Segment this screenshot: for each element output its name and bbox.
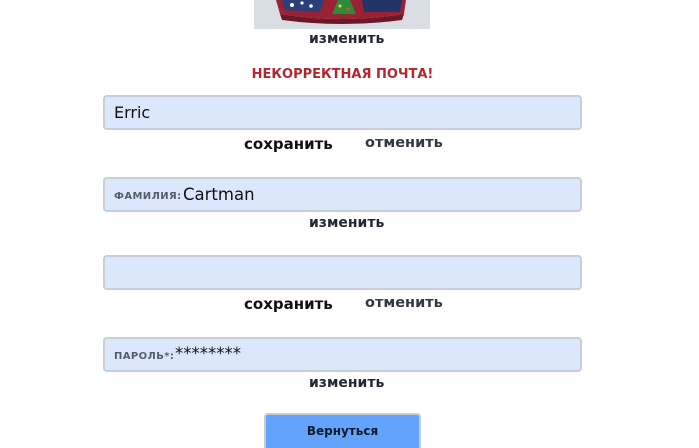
save-first-name-link[interactable]: сохранить: [244, 135, 333, 153]
email-input[interactable]: [105, 257, 580, 288]
save-email-link[interactable]: сохранить: [244, 295, 333, 313]
cancel-first-name-link[interactable]: отменить: [365, 135, 443, 151]
password-label: ПАРОЛЬ*:: [114, 351, 175, 362]
profile-edit-page: изменить НЕКОРРЕКТНАЯ ПОЧТА! сохранить о…: [0, 0, 699, 448]
first-name-field[interactable]: [103, 95, 582, 130]
last-name-label: ФАМИЛИЯ:: [114, 191, 182, 202]
password-field: ПАРОЛЬ*: ********: [103, 337, 582, 372]
change-password-link[interactable]: изменить: [309, 375, 384, 391]
change-avatar-link[interactable]: изменить: [309, 31, 384, 47]
last-name-value: Cartman: [183, 185, 255, 204]
change-last-name-link[interactable]: изменить: [309, 215, 384, 231]
error-message: НЕКОРРЕКТНАЯ ПОЧТА!: [251, 67, 434, 82]
email-field[interactable]: [103, 255, 582, 290]
avatar-image: [254, 0, 430, 29]
password-value: ********: [175, 344, 241, 363]
back-button[interactable]: Вернуться: [264, 413, 421, 448]
first-name-input[interactable]: [105, 97, 580, 128]
last-name-field: ФАМИЛИЯ: Cartman: [103, 177, 582, 212]
cancel-email-link[interactable]: отменить: [365, 295, 443, 311]
